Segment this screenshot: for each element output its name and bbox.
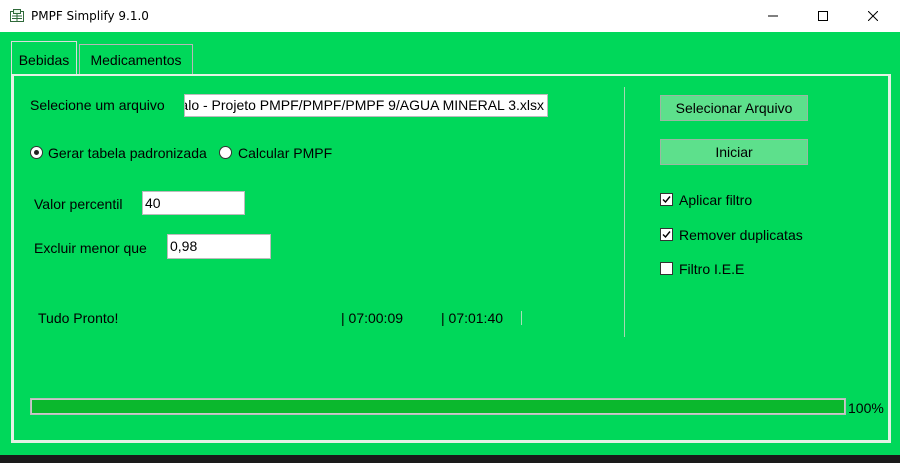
- checkbox-remover-duplicatas-label[interactable]: Remover duplicatas: [679, 227, 803, 243]
- status-time-end: | 07:01:40: [441, 310, 504, 326]
- start-button[interactable]: Iniciar: [660, 139, 808, 165]
- tab-bebidas[interactable]: Bebidas: [11, 41, 77, 75]
- radio-calcular-pmpf[interactable]: [219, 146, 232, 159]
- percentil-label: Valor percentil: [34, 196, 123, 212]
- excluir-label: Excluir menor que: [34, 240, 147, 256]
- radio-calcular-pmpf-label[interactable]: Calcular PMPF: [238, 145, 332, 161]
- maximize-icon: [818, 11, 828, 21]
- tab-panel: [11, 74, 891, 443]
- title-bar: PMPF Simplify 9.1.0: [0, 0, 900, 32]
- progress-fill: [32, 400, 844, 413]
- checkbox-aplicar-filtro[interactable]: [660, 193, 673, 206]
- percentil-input[interactable]: 40: [142, 191, 245, 215]
- file-path-value: alo - Projeto PMPF/PMPF/PMPF 9/AGUA MINE…: [184, 97, 544, 113]
- checkbox-filtro-iee-label[interactable]: Filtro I.E.E: [679, 261, 744, 277]
- checkbox-aplicar-filtro-label[interactable]: Aplicar filtro: [679, 192, 752, 208]
- close-button[interactable]: [850, 0, 896, 32]
- status-message: Tudo Pronto!: [38, 310, 119, 326]
- status-divider: [521, 311, 522, 325]
- checkbox-remover-duplicatas[interactable]: [660, 228, 673, 241]
- file-label: Selecione um arquivo: [30, 97, 165, 113]
- minimize-button[interactable]: [750, 0, 796, 32]
- app-sheet-icon: [9, 8, 25, 24]
- progress-bar: [30, 398, 846, 415]
- tab-medicamentos[interactable]: Medicamentos: [79, 44, 193, 75]
- minimize-icon: [768, 15, 778, 17]
- excluir-input[interactable]: 0,98: [167, 234, 271, 259]
- radio-gerar-tabela-label[interactable]: Gerar tabela padronizada: [48, 145, 207, 161]
- window-title: PMPF Simplify 9.1.0: [31, 9, 149, 23]
- select-file-button[interactable]: Selecionar Arquivo: [660, 95, 808, 121]
- file-path-field[interactable]: alo - Projeto PMPF/PMPF/PMPF 9/AGUA MINE…: [184, 94, 548, 117]
- maximize-button[interactable]: [800, 0, 846, 32]
- checkmark-icon: [662, 196, 671, 204]
- checkmark-icon: [662, 231, 671, 239]
- progress-percent: 100%: [848, 400, 884, 416]
- vertical-divider: [624, 87, 625, 337]
- window-bottom-edge: [0, 455, 900, 463]
- checkbox-filtro-iee[interactable]: [660, 262, 673, 275]
- close-icon: [868, 11, 878, 21]
- radio-gerar-tabela[interactable]: [30, 146, 43, 159]
- status-time-start: | 07:00:09: [341, 310, 404, 326]
